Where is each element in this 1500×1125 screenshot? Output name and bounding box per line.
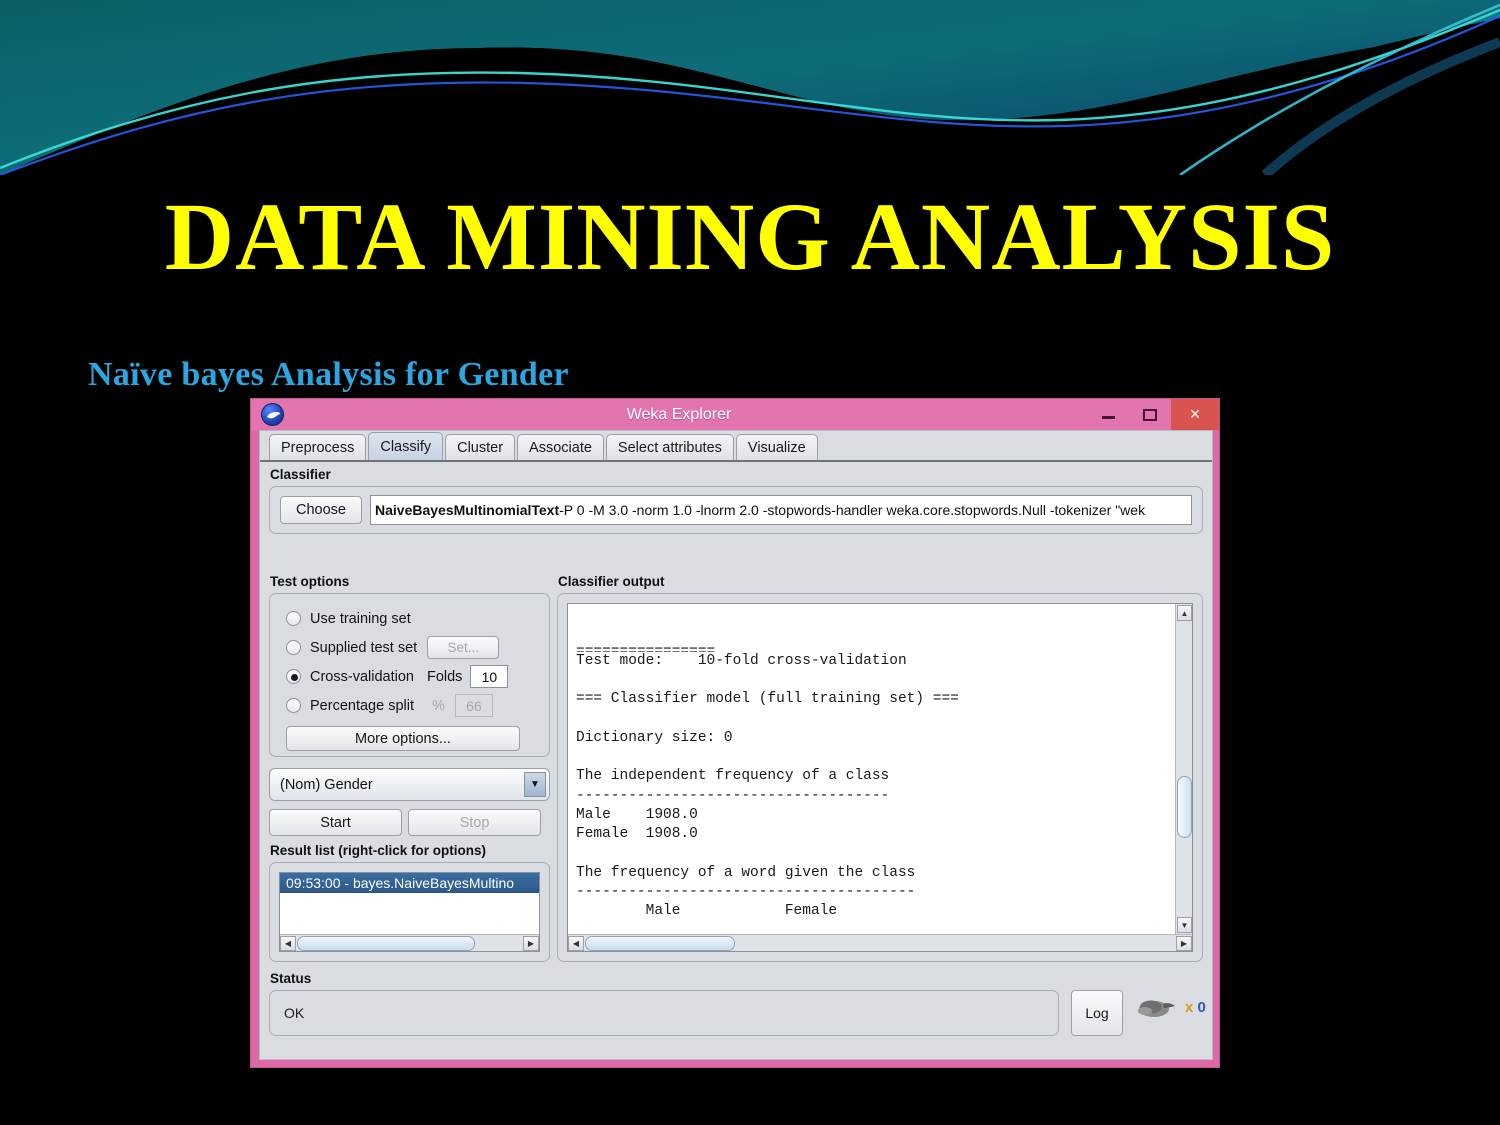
classifier-output-panel: ================ Test mode: 10-fold cross… (557, 593, 1203, 962)
result-list-label: Result list (right-click for options) (270, 843, 487, 858)
minimize-button[interactable] (1087, 399, 1129, 430)
radio-row-cross-validation[interactable]: Cross-validation Folds 10 (286, 662, 549, 691)
class-attribute-value: (Nom) Gender (280, 776, 373, 793)
tab-associate[interactable]: Associate (517, 434, 604, 460)
set-button[interactable]: Set... (427, 636, 500, 659)
percentage-split-input[interactable]: 66 (454, 694, 493, 717)
weka-bird-glyph (267, 412, 280, 419)
output-scroll-left-icon[interactable]: ◀ (568, 935, 584, 951)
radio-percentage-split[interactable] (286, 698, 301, 713)
tab-select-attributes[interactable]: Select attributes (605, 434, 734, 460)
page-subtitle: Naïve bayes Analysis for Gender (88, 356, 569, 393)
label-supplied-test-set: Supplied test set (310, 639, 418, 656)
result-list-hscrollbar[interactable]: ◀ ▶ (280, 934, 539, 951)
label-percentage-split: Percentage split (310, 697, 414, 714)
window-titlebar: Weka Explorer × (251, 399, 1219, 430)
result-list-panel: 09:53:00 - bayes.NaiveBayesMultino ◀ ▶ (269, 862, 550, 962)
tab-classify[interactable]: Classify (368, 432, 444, 460)
test-options-panel: Use training set Supplied test set Set..… (269, 593, 550, 757)
classifier-output-box[interactable]: ================ Test mode: 10-fold cross… (567, 603, 1193, 952)
vscroll-thumb[interactable] (1177, 776, 1192, 838)
scroll-right-icon[interactable]: ▶ (523, 935, 539, 951)
bird-count-value: 0 (1197, 998, 1206, 1016)
radio-supplied-test-set[interactable] (286, 640, 301, 655)
radio-row-percentage-split[interactable]: Percentage split % 66 (286, 691, 549, 720)
test-options-label: Test options (270, 574, 350, 589)
slide-canvas: DATA MINING ANALYSIS Naïve bayes Analysi… (0, 0, 1500, 1125)
output-scroll-right-icon[interactable]: ▶ (1176, 935, 1192, 951)
scroll-up-icon[interactable]: ▲ (1177, 605, 1192, 621)
decorative-swoosh-graphic (0, 0, 1500, 175)
radio-row-use-training-set[interactable]: Use training set (286, 604, 549, 633)
status-label: Status (270, 971, 312, 986)
list-item[interactable]: 09:53:00 - bayes.NaiveBayesMultino (280, 873, 539, 893)
classifier-command-name: NaiveBayesMultinomialText (375, 502, 560, 518)
stop-button[interactable]: Stop (408, 809, 541, 836)
minimize-icon (1101, 416, 1115, 419)
radio-use-training-set[interactable] (286, 611, 301, 626)
folds-input[interactable]: 10 (470, 665, 509, 688)
window-title: Weka Explorer (626, 405, 732, 423)
choose-button[interactable]: Choose (280, 496, 362, 524)
weka-status-bird: x 0 (1135, 994, 1206, 1020)
output-vscrollbar[interactable]: ▲ ▼ (1175, 604, 1192, 934)
radio-row-supplied-test-set[interactable]: Supplied test set Set... (286, 633, 549, 662)
status-bar: OK (269, 990, 1059, 1036)
start-button[interactable]: Start (269, 809, 402, 836)
clipped-line: ================ (576, 643, 716, 652)
classifier-command-field[interactable]: NaiveBayesMultinomialText -P 0 -M 3.0 -n… (370, 495, 1192, 525)
radio-cross-validation[interactable] (286, 669, 301, 684)
close-button[interactable]: × (1171, 399, 1219, 430)
output-body: Test mode: 10-fold cross-validation === … (576, 652, 959, 920)
label-cross-validation: Cross-validation (310, 668, 414, 685)
window-client-area: Preprocess Classify Cluster Associate Se… (259, 430, 1213, 1060)
scroll-left-icon[interactable]: ◀ (280, 935, 296, 951)
tab-bar: Preprocess Classify Cluster Associate Se… (260, 431, 1212, 462)
classifier-section-label: Classifier (270, 467, 331, 482)
tab-cluster[interactable]: Cluster (445, 434, 516, 460)
scroll-down-icon[interactable]: ▼ (1177, 917, 1192, 933)
classifier-output-text: ================ Test mode: 10-fold cross… (576, 604, 1172, 951)
maximize-icon (1143, 408, 1157, 421)
tab-preprocess[interactable]: Preprocess (269, 434, 367, 460)
classifier-output-label: Classifier output (558, 574, 665, 589)
more-options-button[interactable]: More options... (286, 726, 520, 751)
log-button[interactable]: Log (1071, 990, 1123, 1036)
label-folds: Folds (426, 668, 463, 685)
class-attribute-select[interactable]: (Nom) Gender ▼ (269, 768, 550, 801)
classifier-command-args: -P 0 -M 3.0 -norm 1.0 -lnorm 2.0 -stopwo… (559, 502, 1146, 518)
weka-bird-icon (261, 403, 284, 426)
chevron-down-icon[interactable]: ▼ (524, 772, 546, 797)
weka-explorer-window: Weka Explorer × Preprocess Classify Clus… (250, 398, 1220, 1068)
status-value: OK (284, 1005, 305, 1021)
output-hscroll-thumb[interactable] (585, 935, 735, 951)
label-percent-sign: % (431, 697, 445, 714)
classifier-chooser-panel: Choose NaiveBayesMultinomialText -P 0 -M… (269, 486, 1203, 534)
label-use-training-set: Use training set (310, 610, 411, 627)
bird-count-prefix: x (1185, 998, 1194, 1016)
weka-bird-status-icon (1138, 1000, 1175, 1017)
output-hscrollbar[interactable]: ◀ ▶ (568, 934, 1192, 951)
bird-count-label: x 0 (1185, 999, 1206, 1016)
hscroll-thumb[interactable] (297, 935, 475, 951)
maximize-button[interactable] (1129, 399, 1171, 430)
page-title: DATA MINING ANALYSIS (164, 183, 1336, 290)
result-list-box[interactable]: 09:53:00 - bayes.NaiveBayesMultino ◀ ▶ (279, 872, 540, 952)
tab-visualize[interactable]: Visualize (735, 434, 818, 460)
